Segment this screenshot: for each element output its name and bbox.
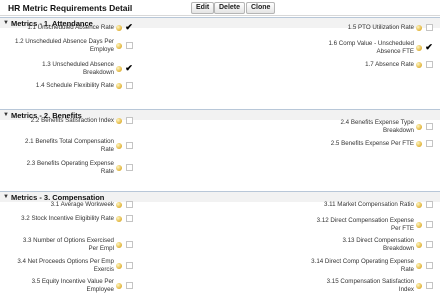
help-bubble-icon[interactable] xyxy=(416,241,422,248)
field-label: 1.2 Unscheduled Absence Days Per Employe xyxy=(14,38,114,53)
unchecked-checkbox-icon xyxy=(126,164,133,171)
detail-field: 2.1 Benefits Total Compensation Rate xyxy=(14,138,133,153)
help-bubble-icon[interactable] xyxy=(416,123,422,130)
detail-field: 1.7 Absence Rate xyxy=(310,61,433,69)
unchecked-checkbox-icon xyxy=(426,24,433,32)
detail-field: 3.15 Compensation Satisfaction Index xyxy=(310,278,433,293)
help-bubble-icon[interactable] xyxy=(116,262,122,269)
detail-field: 2.5 Benefits Expense Per FTE xyxy=(310,140,433,148)
unchecked-checkbox-icon xyxy=(126,262,133,269)
delete-button[interactable]: Delete xyxy=(214,2,246,14)
unchecked-checkbox-icon xyxy=(426,123,433,130)
help-bubble-icon[interactable] xyxy=(116,82,122,89)
collapse-triangle-icon[interactable]: ▼ xyxy=(3,20,9,26)
field-label: 3.3 Number of Options Exercised Per Empl xyxy=(22,237,114,252)
collapse-triangle-icon[interactable]: ▼ xyxy=(3,112,9,118)
field-label: 2.3 Benefits Operating Expense Rate xyxy=(26,160,114,175)
unchecked-checkbox-icon xyxy=(426,140,433,148)
detail-field: 2.3 Benefits Operating Expense Rate xyxy=(14,160,133,175)
checkmark-icon: ✔ xyxy=(125,22,133,33)
help-bubble-icon[interactable] xyxy=(416,201,422,208)
checkmark-icon: ✔ xyxy=(125,63,133,73)
unchecked-checkbox-icon xyxy=(126,282,133,289)
field-label: 3.15 Compensation Satisfaction Index xyxy=(326,278,414,293)
field-label: 2.1 Benefits Total Compensation Rate xyxy=(25,138,114,153)
detail-field: 1.5 PTO Utilization Rate xyxy=(310,24,433,32)
unchecked-checkbox-icon xyxy=(426,262,433,269)
unchecked-checkbox-icon xyxy=(126,201,133,209)
unchecked-checkbox-icon xyxy=(426,241,433,248)
help-bubble-icon[interactable] xyxy=(116,142,122,149)
help-bubble-icon[interactable] xyxy=(116,201,122,208)
help-bubble-icon[interactable] xyxy=(416,44,422,51)
help-bubble-icon[interactable] xyxy=(116,42,122,49)
help-bubble-icon[interactable] xyxy=(416,262,422,269)
help-bubble-icon[interactable] xyxy=(116,241,122,248)
help-bubble-icon[interactable] xyxy=(116,65,122,72)
field-label: 1.1 Unscheduled Absence Rate xyxy=(27,24,114,31)
field-label: 1.4 Schedule Flexibility Rate xyxy=(35,82,114,89)
detail-field: 3.13 Direct Compensation Breakdown xyxy=(310,237,433,252)
help-bubble-icon[interactable] xyxy=(416,140,422,147)
field-label: 3.14 Direct Comp Operating Expense Rate xyxy=(311,258,414,273)
detail-field: 1.2 Unscheduled Absence Days Per Employe xyxy=(14,38,133,53)
unchecked-checkbox-icon xyxy=(126,215,133,223)
detail-field: 3.4 Net Proceeds Options Per Emp Exercis xyxy=(14,258,133,273)
help-bubble-icon[interactable] xyxy=(116,164,122,171)
unchecked-checkbox-icon xyxy=(126,42,133,49)
detail-field: 1.4 Schedule Flexibility Rate xyxy=(14,82,133,90)
field-label: 3.11 Market Compensation Ratio xyxy=(324,201,414,208)
unchecked-checkbox-icon xyxy=(126,142,133,149)
collapse-triangle-icon[interactable]: ▼ xyxy=(3,194,9,200)
detail-field: 3.14 Direct Comp Operating Expense Rate xyxy=(310,258,433,273)
detail-field: 3.5 Equity Incentive Value Per Employee xyxy=(14,278,133,293)
field-label: 3.12 Direct Compensation Expense Per FTE xyxy=(316,217,414,232)
unchecked-checkbox-icon xyxy=(426,221,433,228)
page-title: HR Metric Requirements Detail xyxy=(8,3,133,13)
help-bubble-icon[interactable] xyxy=(416,221,422,228)
detail-field: 3.11 Market Compensation Ratio xyxy=(310,201,433,209)
detail-field: 1.3 Unscheduled Absence Breakdown ✔ xyxy=(14,61,133,76)
field-label: 1.3 Unscheduled Absence Breakdown xyxy=(42,61,114,76)
help-bubble-icon[interactable] xyxy=(116,117,122,124)
field-label: 2.4 Benefits Expense Type Breakdown xyxy=(340,119,415,134)
help-bubble-icon[interactable] xyxy=(416,24,422,31)
checkmark-icon: ✔ xyxy=(425,42,433,52)
unchecked-checkbox-icon xyxy=(126,117,133,125)
detail-field: 1.1 Unscheduled Absence Rate ✔ xyxy=(14,22,133,33)
detail-field: 3.3 Number of Options Exercised Per Empl xyxy=(14,237,133,252)
field-label: 3.1 Average Workweek xyxy=(50,201,114,208)
unchecked-checkbox-icon xyxy=(126,241,133,248)
field-label: 2.5 Benefits Expense Per FTE xyxy=(330,140,414,147)
help-bubble-icon[interactable] xyxy=(416,61,422,68)
help-bubble-icon[interactable] xyxy=(416,282,422,289)
detail-field: 3.1 Average Workweek xyxy=(14,201,133,209)
clone-button[interactable]: Clone xyxy=(246,2,276,14)
unchecked-checkbox-icon xyxy=(126,82,133,90)
detail-field: 3.2 Stock Incentive Eligibility Rate xyxy=(14,215,133,223)
detail-field: 2.2 Benefits Satisfaction Index xyxy=(14,117,133,125)
field-label: 1.6 Comp Value - Unscheduled Absence FTE xyxy=(328,40,414,55)
edit-button[interactable]: Edit xyxy=(191,2,215,14)
page-header: HR Metric Requirements Detail Edit Delet… xyxy=(0,0,440,16)
unchecked-checkbox-icon xyxy=(426,201,433,209)
help-bubble-icon[interactable] xyxy=(116,24,122,31)
field-label: 3.5 Equity Incentive Value Per Employee xyxy=(31,278,114,293)
detail-field: 2.4 Benefits Expense Type Breakdown xyxy=(310,119,433,134)
field-label: 1.5 PTO Utilization Rate xyxy=(347,24,414,31)
detail-field: 1.6 Comp Value - Unscheduled Absence FTE… xyxy=(310,40,433,55)
field-label: 3.4 Net Proceeds Options Per Emp Exercis xyxy=(17,258,114,273)
field-label: 3.13 Direct Compensation Breakdown xyxy=(342,237,414,252)
field-label: 3.2 Stock Incentive Eligibility Rate xyxy=(21,215,114,222)
unchecked-checkbox-icon xyxy=(426,282,433,289)
help-bubble-icon[interactable] xyxy=(116,282,122,289)
field-label: 2.2 Benefits Satisfaction Index xyxy=(30,117,114,124)
field-label: 1.7 Absence Rate xyxy=(365,61,414,68)
unchecked-checkbox-icon xyxy=(426,61,433,69)
detail-field: 3.12 Direct Compensation Expense Per FTE xyxy=(310,217,433,232)
help-bubble-icon[interactable] xyxy=(116,215,122,222)
